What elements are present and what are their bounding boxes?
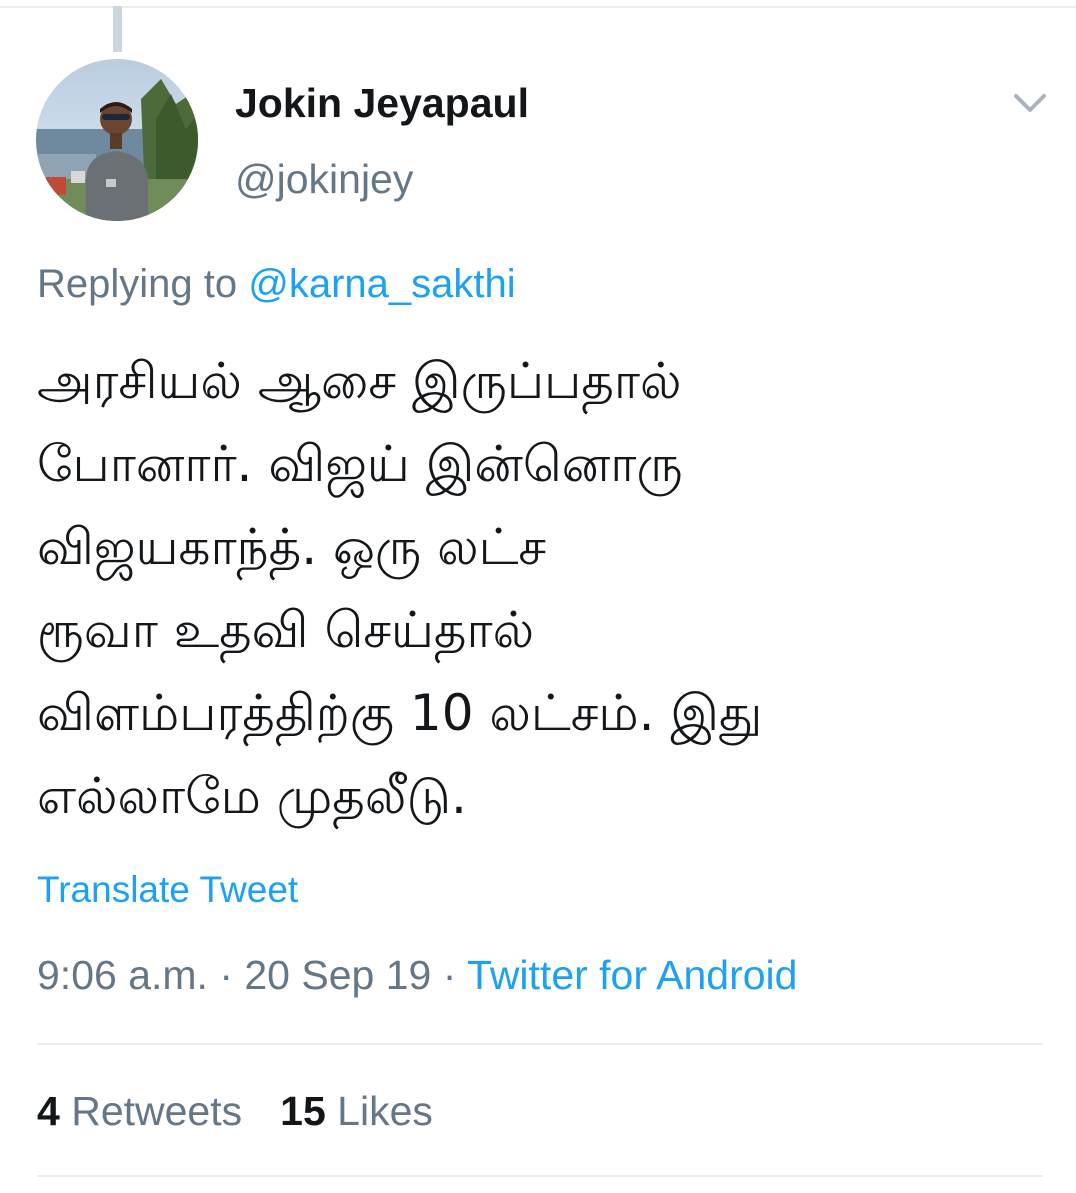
author-handle[interactable]: @jokinjey bbox=[235, 156, 413, 203]
tweet-text: அரசியல் ஆசை இருப்பதால் போனார். விஜய் இன்… bbox=[37, 352, 763, 825]
chevron-down-icon[interactable] bbox=[1008, 86, 1052, 122]
author-display-name[interactable]: Jokin Jeyapaul bbox=[235, 80, 529, 127]
avatar-photo bbox=[36, 59, 198, 221]
retweets-stat[interactable]: 4 Retweets bbox=[37, 1088, 242, 1134]
tweet-time: 9:06 a.m. bbox=[37, 952, 208, 998]
tweet-stats: 4 Retweets 15 Likes bbox=[37, 1088, 433, 1135]
translate-tweet-link[interactable]: Translate Tweet bbox=[37, 869, 298, 911]
thread-top-border bbox=[0, 6, 1076, 8]
meta-separator: · bbox=[207, 952, 245, 998]
avatar[interactable] bbox=[36, 59, 198, 221]
retweets-label: Retweets bbox=[71, 1088, 243, 1134]
stats-bottom-divider bbox=[37, 1175, 1043, 1177]
retweets-count: 4 bbox=[37, 1088, 60, 1134]
likes-label: Likes bbox=[337, 1088, 433, 1134]
replying-to-line: Replying to @karna_sakthi bbox=[37, 262, 516, 307]
tweet-source-link[interactable]: Twitter for Android bbox=[467, 952, 797, 998]
likes-count: 15 bbox=[280, 1088, 326, 1134]
tweet-meta: 9:06 a.m. · 20 Sep 19 · Twitter for Andr… bbox=[37, 952, 797, 999]
reply-mention-link[interactable]: @karna_sakthi bbox=[248, 262, 515, 306]
tweet-date: 20 Sep 19 bbox=[244, 952, 432, 998]
replying-to-label: Replying to bbox=[37, 262, 249, 306]
likes-stat[interactable]: 15 Likes bbox=[280, 1088, 433, 1134]
meta-separator: · bbox=[431, 952, 468, 998]
stats-top-divider bbox=[37, 1043, 1043, 1045]
thread-connector-line bbox=[113, 6, 122, 52]
